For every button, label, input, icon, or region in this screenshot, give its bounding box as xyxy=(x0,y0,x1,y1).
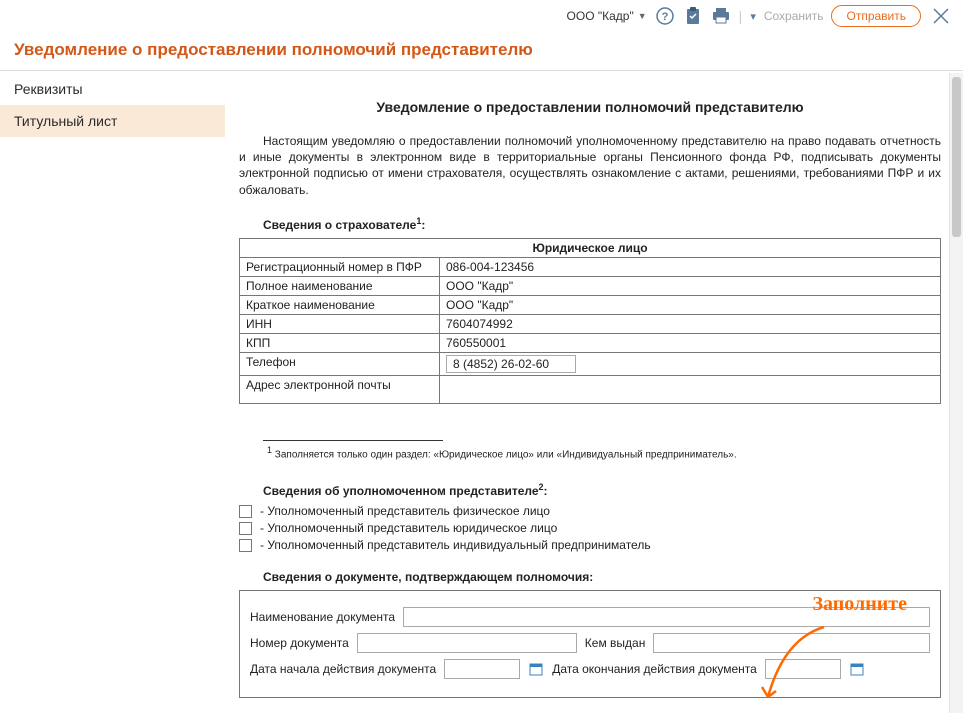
table-row: ИНН7604074992 xyxy=(240,314,941,333)
rep-option-row: - Уполномоченный представитель физическо… xyxy=(239,504,941,518)
table-row: Краткое наименованиеООО "Кадр" xyxy=(240,295,941,314)
table-row: Полное наименованиеООО "Кадр" xyxy=(240,276,941,295)
scrollbar-thumb[interactable] xyxy=(952,77,961,237)
chevron-down-icon[interactable]: ▾ xyxy=(750,10,756,23)
document-body-text: Настоящим уведомляю о предоставлении пол… xyxy=(239,133,941,198)
sidebar: Реквизиты Титульный лист xyxy=(0,73,225,713)
footnote-1: 1 Заполняется только один раздел: «Юриди… xyxy=(267,445,941,460)
phone-field[interactable]: 8 (4852) 26-02-60 xyxy=(446,355,576,373)
org-selector[interactable]: ООО "Кадр" ▼ xyxy=(567,9,647,23)
main-area: Реквизиты Титульный лист Уведомление о п… xyxy=(0,73,963,713)
svg-text:?: ? xyxy=(661,11,668,23)
doc-name-label: Наименование документа xyxy=(250,610,395,624)
form-row-dates: Дата начала действия документа Дата окон… xyxy=(250,659,930,679)
doc-num-input[interactable] xyxy=(357,633,577,653)
doc-name-input[interactable] xyxy=(403,607,930,627)
insurer-table: Юридическое лицо Регистрационный номер в… xyxy=(239,238,941,404)
close-icon[interactable] xyxy=(929,4,953,28)
top-toolbar: ООО "Кадр" ▼ ? | ▾ Сохранить Отправить xyxy=(0,0,963,32)
page-title: Уведомление о предоставлении полномочий … xyxy=(0,32,963,70)
form-row-docname: Наименование документа xyxy=(250,607,930,627)
clipboard-icon[interactable] xyxy=(683,6,703,26)
email-field[interactable] xyxy=(440,375,941,403)
table-row: Регистрационный номер в ПФР086-004-12345… xyxy=(240,257,941,276)
print-icon[interactable] xyxy=(711,6,731,26)
table-row-phone: Телефон 8 (4852) 26-02-60 xyxy=(240,352,941,375)
calendar-icon[interactable] xyxy=(849,661,865,677)
end-date-label: Дата окончания действия документа xyxy=(552,662,757,676)
table-row-email: Адрес электронной почты xyxy=(240,375,941,403)
form-row-docnum: Номер документа Кем выдан xyxy=(250,633,930,653)
section-insurer-heading: Сведения о страхователе1: xyxy=(263,216,941,232)
vertical-scrollbar[interactable] xyxy=(949,73,963,713)
sidebar-item-requisites[interactable]: Реквизиты xyxy=(0,73,225,105)
footnote-rule xyxy=(263,440,443,441)
doc-num-label: Номер документа xyxy=(250,636,349,650)
calendar-icon[interactable] xyxy=(528,661,544,677)
rep-option-label: - Уполномоченный представитель юридическ… xyxy=(260,521,557,535)
document-content: Уведомление о предоставлении полномочий … xyxy=(239,73,957,713)
checkbox-rep-individual[interactable] xyxy=(239,505,252,518)
section-rep-heading: Сведения об уполномоченном представителе… xyxy=(263,482,941,498)
rep-option-label: - Уполномоченный представитель индивидуа… xyxy=(260,538,651,552)
divider xyxy=(0,70,963,71)
help-icon[interactable]: ? xyxy=(655,6,675,26)
issued-by-input[interactable] xyxy=(653,633,930,653)
section-docinfo-heading: Сведения о документе, подтверждающем пол… xyxy=(263,570,941,584)
issued-by-label: Кем выдан xyxy=(585,636,646,650)
send-button[interactable]: Отправить xyxy=(831,5,921,27)
insurer-table-header: Юридическое лицо xyxy=(240,238,941,257)
toolbar-separator: | xyxy=(739,8,743,24)
start-date-input[interactable] xyxy=(444,659,520,679)
content-wrap: Уведомление о предоставлении полномочий … xyxy=(225,73,963,713)
org-name: ООО "Кадр" xyxy=(567,9,634,23)
checkbox-rep-entrepreneur[interactable] xyxy=(239,539,252,552)
sidebar-item-title-page[interactable]: Титульный лист xyxy=(0,105,225,137)
doc-info-box: Наименование документа Номер документа К… xyxy=(239,590,941,698)
rep-option-row: - Уполномоченный представитель юридическ… xyxy=(239,521,941,535)
checkbox-rep-legal[interactable] xyxy=(239,522,252,535)
chevron-down-icon: ▼ xyxy=(638,11,647,21)
start-date-label: Дата начала действия документа xyxy=(250,662,436,676)
rep-option-row: - Уполномоченный представитель индивидуа… xyxy=(239,538,941,552)
document-title: Уведомление о предоставлении полномочий … xyxy=(239,99,941,115)
rep-option-label: - Уполномоченный представитель физическо… xyxy=(260,504,550,518)
table-row: КПП760550001 xyxy=(240,333,941,352)
save-button: Сохранить xyxy=(764,9,824,23)
end-date-input[interactable] xyxy=(765,659,841,679)
